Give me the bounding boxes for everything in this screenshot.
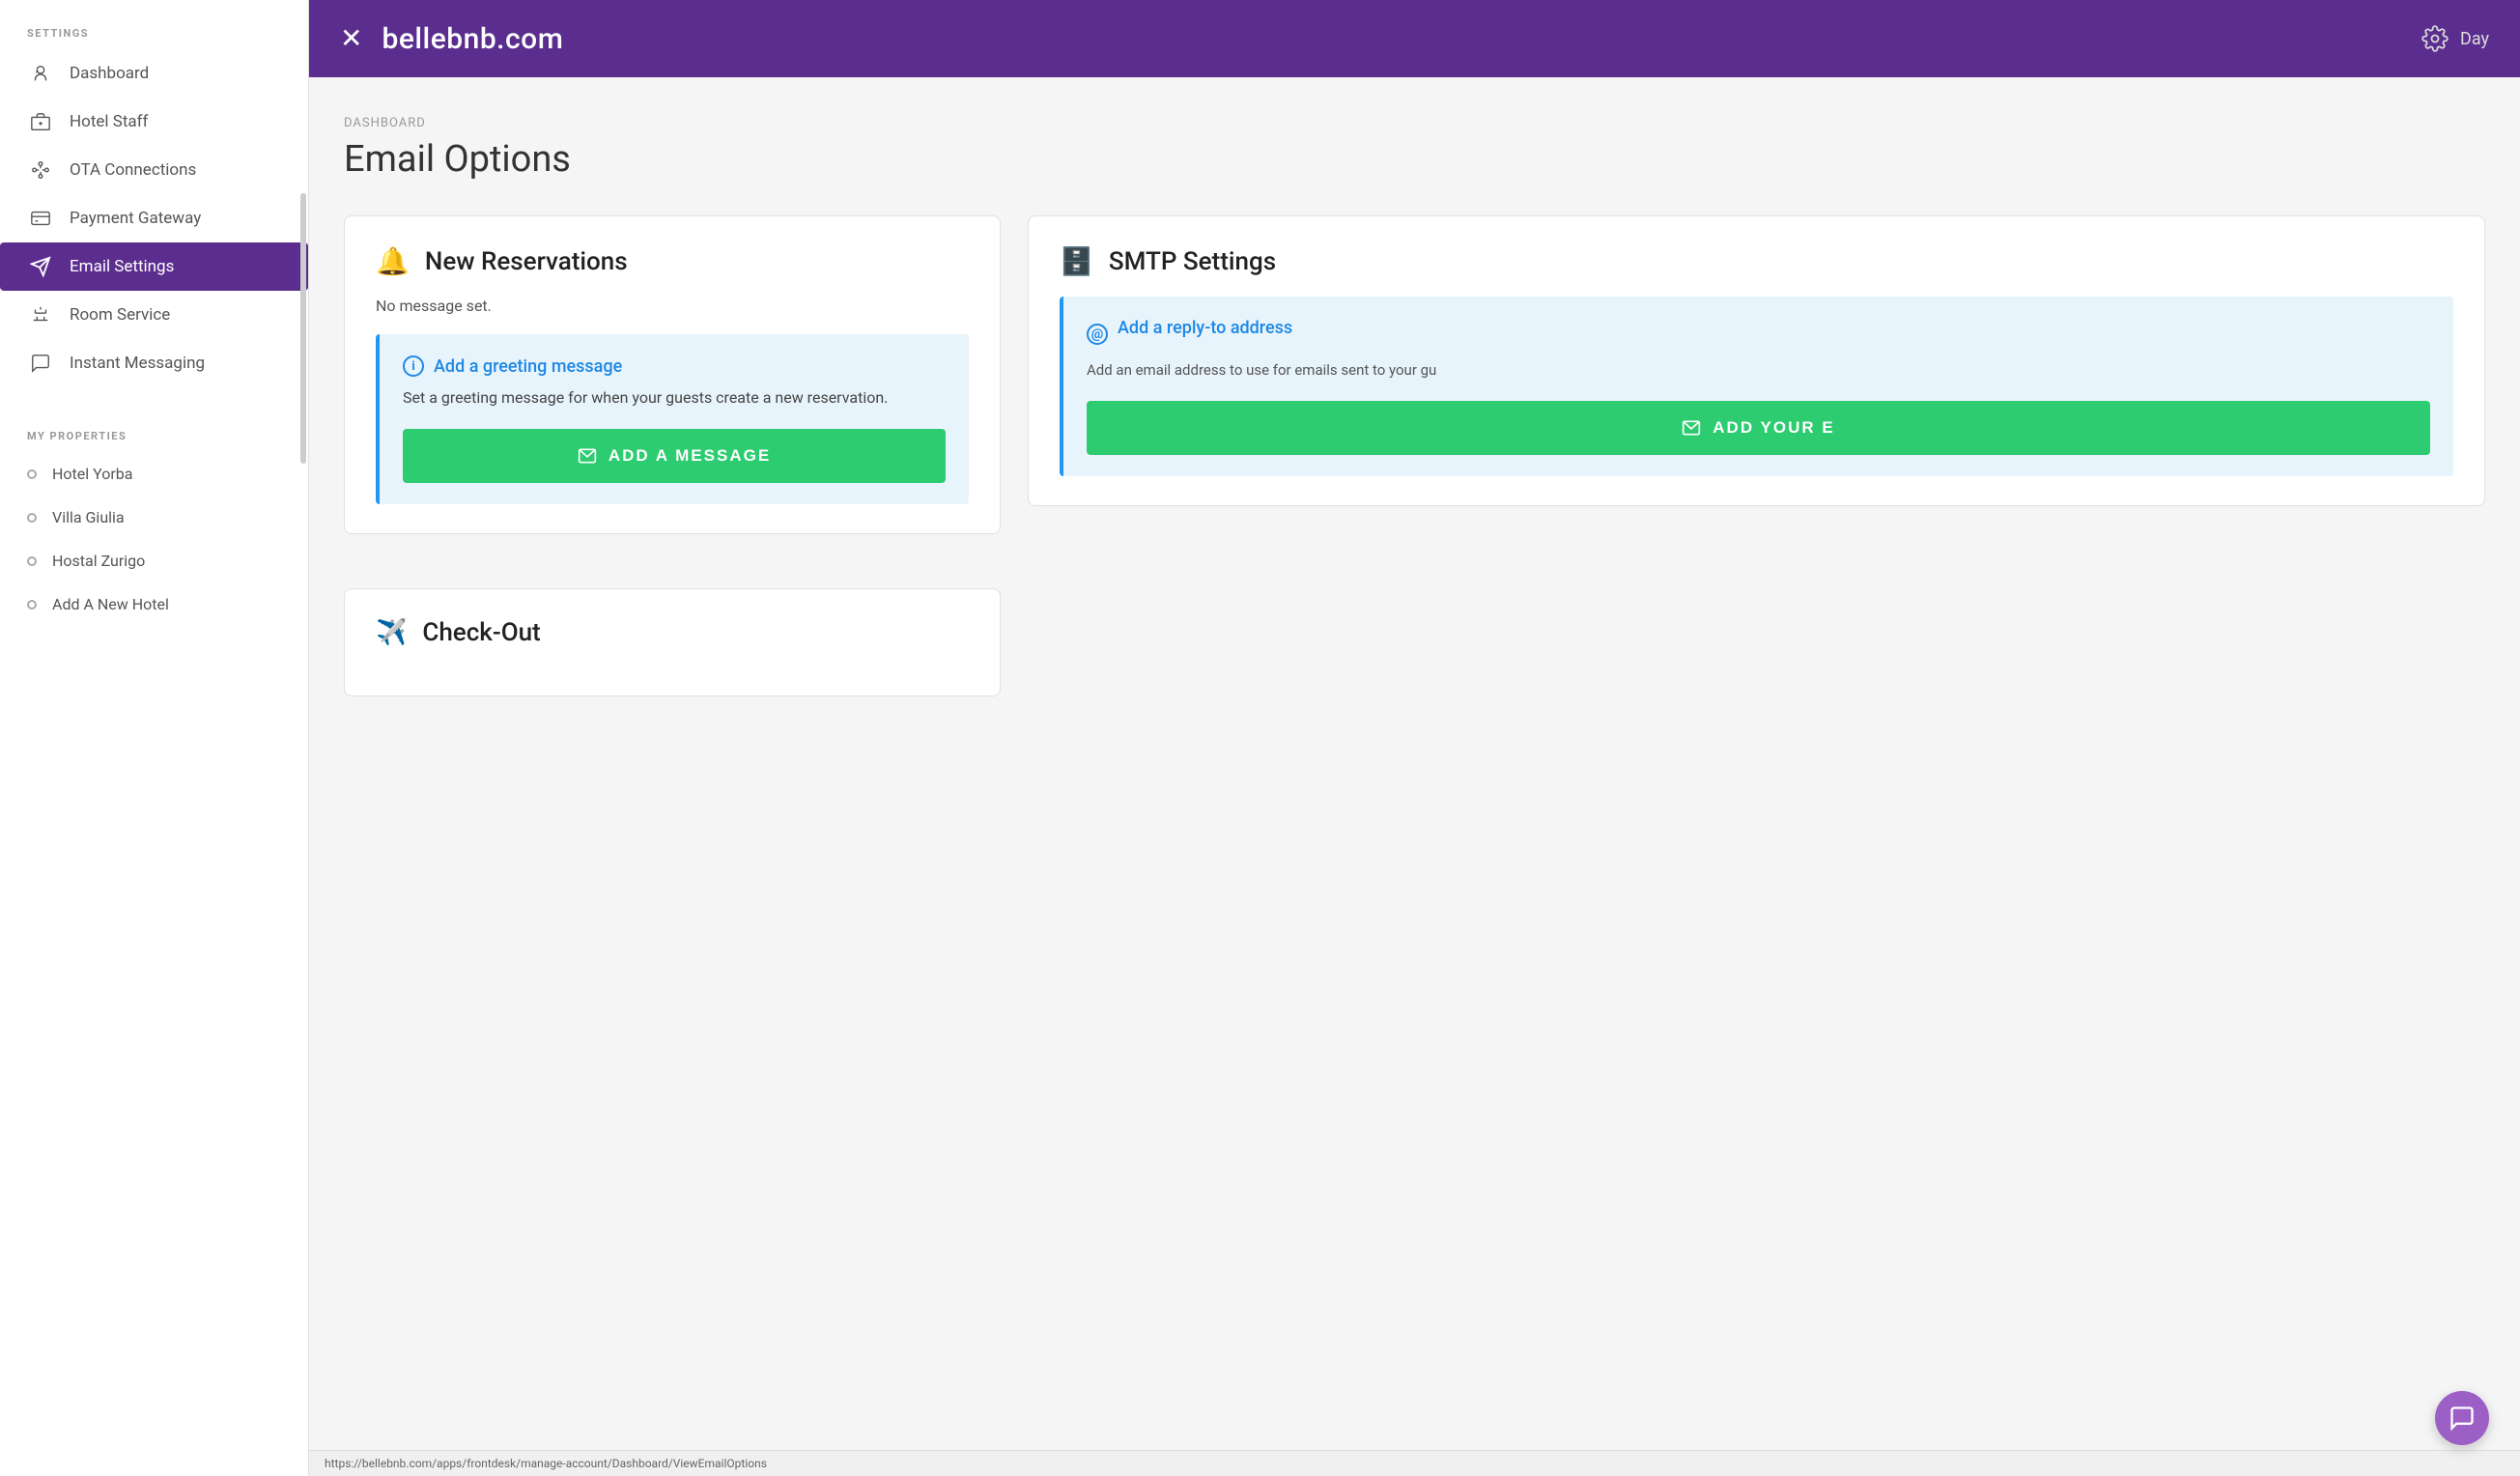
sidebar-item-dashboard[interactable]: Dashboard bbox=[0, 49, 308, 98]
property-item-hostal-zurigo[interactable]: Hostal Zurigo bbox=[0, 539, 308, 582]
checkout-card: ✈️ Check-Out bbox=[344, 588, 1001, 696]
property-item-hotel-yorba[interactable]: Hotel Yorba bbox=[0, 452, 308, 496]
smtp-card: 🗄️ SMTP Settings @ Add a reply-to addres… bbox=[1028, 215, 2485, 506]
info-circle-icon: i bbox=[403, 355, 424, 377]
payment-icon bbox=[27, 208, 54, 229]
room-service-icon bbox=[27, 304, 54, 326]
page-title: Email Options bbox=[344, 138, 2485, 181]
property-label-hostal-zurigo: Hostal Zurigo bbox=[52, 552, 145, 570]
sidebar: SETTINGS Dashboard Hotel Staff bbox=[0, 0, 309, 1476]
sidebar-item-room-service-label: Room Service bbox=[70, 305, 170, 325]
property-item-add-new-hotel[interactable]: Add A New Hotel bbox=[0, 582, 308, 626]
property-dot-icon bbox=[27, 556, 37, 566]
topbar: ✕ bellebnb.com Day bbox=[309, 0, 2520, 77]
topbar-right: Day bbox=[2421, 25, 2489, 52]
hotel-staff-icon bbox=[27, 111, 54, 132]
sidebar-item-instant-messaging[interactable]: Instant Messaging bbox=[0, 339, 308, 387]
card-header-new-reservations: 🔔 New Reservations bbox=[376, 245, 969, 277]
messaging-icon bbox=[27, 353, 54, 374]
info-box-desc: Set a greeting message for when your gue… bbox=[403, 386, 946, 410]
checkout-title: Check-Out bbox=[422, 618, 540, 647]
topbar-day-label: Day bbox=[2460, 29, 2489, 49]
sidebar-item-email-settings[interactable]: Email Settings bbox=[0, 242, 308, 291]
smtp-info-box: @ Add a reply-to address Add an email ad… bbox=[1060, 297, 2453, 476]
breadcrumb: DASHBOARD bbox=[344, 116, 2485, 130]
status-bar: https://bellebnb.com/apps/frontdesk/mana… bbox=[309, 1450, 2520, 1476]
sidebar-item-payment-gateway[interactable]: Payment Gateway bbox=[0, 194, 308, 242]
info-box-header: i Add a greeting message bbox=[403, 355, 946, 377]
property-label-villa-giulia: Villa Giulia bbox=[52, 508, 125, 526]
properties-section: MY PROPERTIES Hotel Yorba Villa Giulia H… bbox=[0, 403, 308, 626]
sidebar-item-messaging-label: Instant Messaging bbox=[70, 354, 205, 373]
property-dot-icon bbox=[27, 600, 37, 610]
property-dot-icon bbox=[27, 469, 37, 479]
checkout-card-header: ✈️ Check-Out bbox=[376, 618, 969, 647]
scrollbar[interactable] bbox=[300, 193, 306, 464]
sidebar-item-hotel-staff-label: Hotel Staff bbox=[70, 112, 148, 131]
second-cards-row: ✈️ Check-Out bbox=[344, 561, 2485, 696]
main-area: ✕ bellebnb.com Day DASHBOARD Email Optio… bbox=[309, 0, 2520, 1476]
checkout-icon: ✈️ bbox=[376, 618, 407, 647]
sidebar-item-room-service[interactable]: Room Service bbox=[0, 291, 308, 339]
add-email-button[interactable]: ADD YOUR E bbox=[1087, 401, 2430, 455]
sidebar-item-payment-label: Payment Gateway bbox=[70, 209, 201, 228]
ota-icon bbox=[27, 159, 54, 181]
bell-icon: 🔔 bbox=[376, 245, 410, 277]
chat-button[interactable] bbox=[2435, 1391, 2489, 1445]
close-button[interactable]: ✕ bbox=[340, 25, 362, 52]
greeting-info-box: i Add a greeting message Set a greeting … bbox=[376, 334, 969, 504]
settings-section-label: SETTINGS bbox=[0, 0, 308, 49]
new-reservations-card: 🔔 New Reservations No message set. i Add… bbox=[344, 215, 1001, 534]
property-label-add-new-hotel: Add A New Hotel bbox=[52, 595, 169, 613]
property-dot-icon bbox=[27, 513, 37, 523]
properties-section-label: MY PROPERTIES bbox=[0, 403, 308, 452]
smtp-title: SMTP Settings bbox=[1109, 247, 1276, 276]
topbar-title: bellebnb.com bbox=[382, 22, 563, 56]
email-settings-icon bbox=[27, 256, 54, 277]
envelope-icon bbox=[578, 446, 597, 466]
smtp-reply-link[interactable]: Add a reply-to address bbox=[1118, 318, 1292, 338]
sidebar-item-ota-label: OTA Connections bbox=[70, 160, 196, 180]
status-url: https://bellebnb.com/apps/frontdesk/mana… bbox=[325, 1457, 767, 1470]
database-icon: 🗄️ bbox=[1060, 245, 1093, 277]
new-reservations-title: New Reservations bbox=[425, 247, 628, 276]
dashboard-icon bbox=[27, 63, 54, 84]
sidebar-item-ota-connections[interactable]: OTA Connections bbox=[0, 146, 308, 194]
sidebar-item-email-settings-label: Email Settings bbox=[70, 257, 174, 276]
add-greeting-link[interactable]: Add a greeting message bbox=[434, 356, 622, 377]
cards-row: 🔔 New Reservations No message set. i Add… bbox=[344, 215, 2485, 534]
sidebar-item-dashboard-label: Dashboard bbox=[70, 64, 149, 83]
gear-icon[interactable] bbox=[2421, 25, 2449, 52]
add-message-label: ADD A MESSAGE bbox=[609, 446, 771, 466]
smtp-info-icon: @ bbox=[1087, 324, 1108, 345]
smtp-envelope-icon bbox=[1682, 418, 1701, 438]
no-message-text: No message set. bbox=[376, 297, 969, 315]
sidebar-item-hotel-staff[interactable]: Hotel Staff bbox=[0, 98, 308, 146]
add-message-button[interactable]: ADD A MESSAGE bbox=[403, 429, 946, 483]
chat-icon bbox=[2449, 1405, 2476, 1432]
property-item-villa-giulia[interactable]: Villa Giulia bbox=[0, 496, 308, 539]
content-area: DASHBOARD Email Options 🔔 New Reservatio… bbox=[309, 77, 2520, 1450]
smtp-info-desc: Add an email address to use for emails s… bbox=[1087, 359, 2430, 382]
smtp-button-label: ADD YOUR E bbox=[1713, 418, 1834, 438]
property-label-hotel-yorba: Hotel Yorba bbox=[52, 465, 132, 483]
smtp-card-header: 🗄️ SMTP Settings bbox=[1060, 245, 2453, 277]
